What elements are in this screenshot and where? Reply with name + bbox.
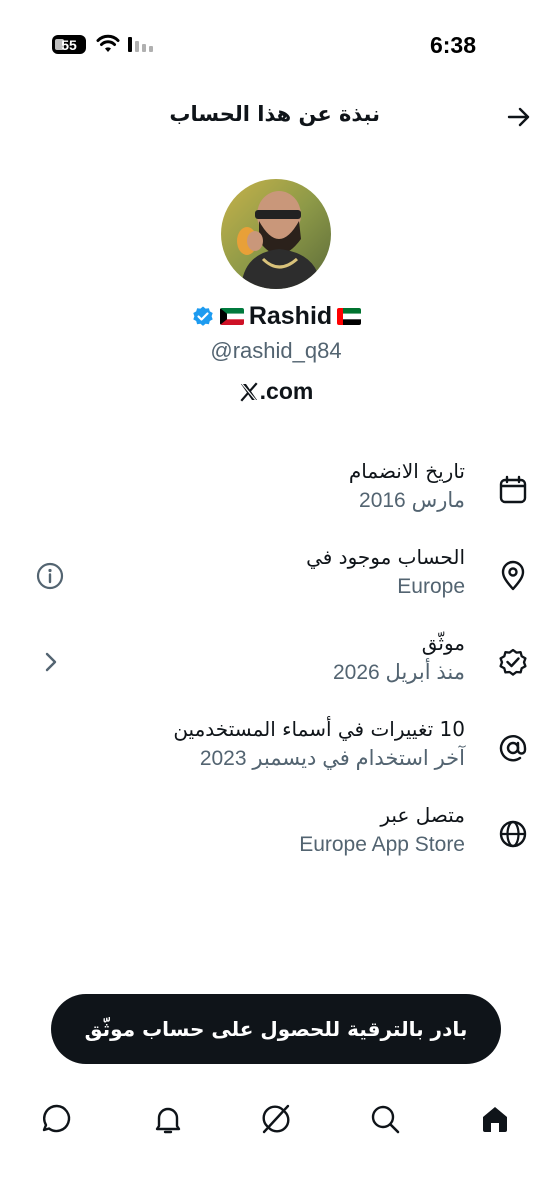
x-logo-icon (240, 381, 258, 402)
joined-value: مارس 2016 (359, 489, 465, 512)
connected-via-label: متصل عبر (380, 803, 465, 827)
search-icon[interactable] (368, 1102, 402, 1136)
connected-via-value: Europe App Store (299, 833, 465, 856)
wifi-icon (96, 34, 120, 52)
info-icon[interactable] (34, 560, 66, 592)
kuwait-flag-icon (219, 308, 244, 325)
upgrade-button[interactable]: بادر بالترقية للحصول على حساب موثّق (51, 994, 501, 1064)
bottom-nav (0, 1090, 552, 1150)
info-row-verified[interactable]: موثّق منذ أبريل 2026 (0, 628, 552, 698)
status-time: 6:38 (429, 32, 476, 58)
location-label: الحساب موجود في (306, 545, 465, 569)
battery-icon: 55 (52, 35, 86, 54)
header: نبذة عن هذا الحساب (0, 92, 552, 140)
profile-handle: @rashid_q84 (210, 338, 342, 363)
username-changes-label: 10 تغييرات في أسماء المستخدمين (173, 717, 465, 741)
signal-icon (128, 37, 153, 52)
at-sign-icon (499, 735, 527, 762)
avatar[interactable] (221, 179, 331, 289)
info-row-connected-via: متصل عبر Europe App Store (0, 800, 552, 870)
notifications-icon[interactable] (151, 1102, 185, 1136)
location-pin-icon (501, 560, 525, 591)
globe-icon (499, 820, 527, 848)
calendar-icon (499, 475, 527, 504)
display-name: Rashid (248, 302, 333, 330)
home-icon[interactable] (478, 1102, 512, 1136)
website-suffix: .com (259, 378, 314, 404)
joined-label: تاريخ الانضمام (348, 459, 465, 483)
chevron-left-icon[interactable] (34, 646, 66, 678)
location-value: Europe (397, 575, 465, 598)
messages-icon[interactable] (40, 1102, 74, 1136)
profile-name-row: Rashid (0, 302, 552, 331)
info-row-username-changes: 10 تغييرات في أسماء المستخدمين آخر استخد… (0, 714, 552, 784)
username-changes-value: آخر استخدام في ديسمبر 2023 (199, 747, 465, 770)
arrow-right-icon[interactable] (504, 102, 534, 132)
verified-outline-icon (499, 648, 527, 676)
page-title: نبذة عن هذا الحساب (169, 102, 380, 126)
verified-label: موثّق (421, 631, 465, 655)
info-row-joined: تاريخ الانضمام مارس 2016 (0, 456, 552, 526)
uae-flag-icon (337, 308, 362, 325)
status-bar: 55 6:38 (0, 0, 552, 90)
verified-badge-icon (193, 306, 213, 326)
profile-website[interactable]: .com (0, 378, 552, 405)
info-row-location: الحساب موجود في Europe (0, 542, 552, 612)
verified-value: منذ أبريل 2026 (332, 661, 465, 684)
grok-icon[interactable] (259, 1102, 293, 1136)
